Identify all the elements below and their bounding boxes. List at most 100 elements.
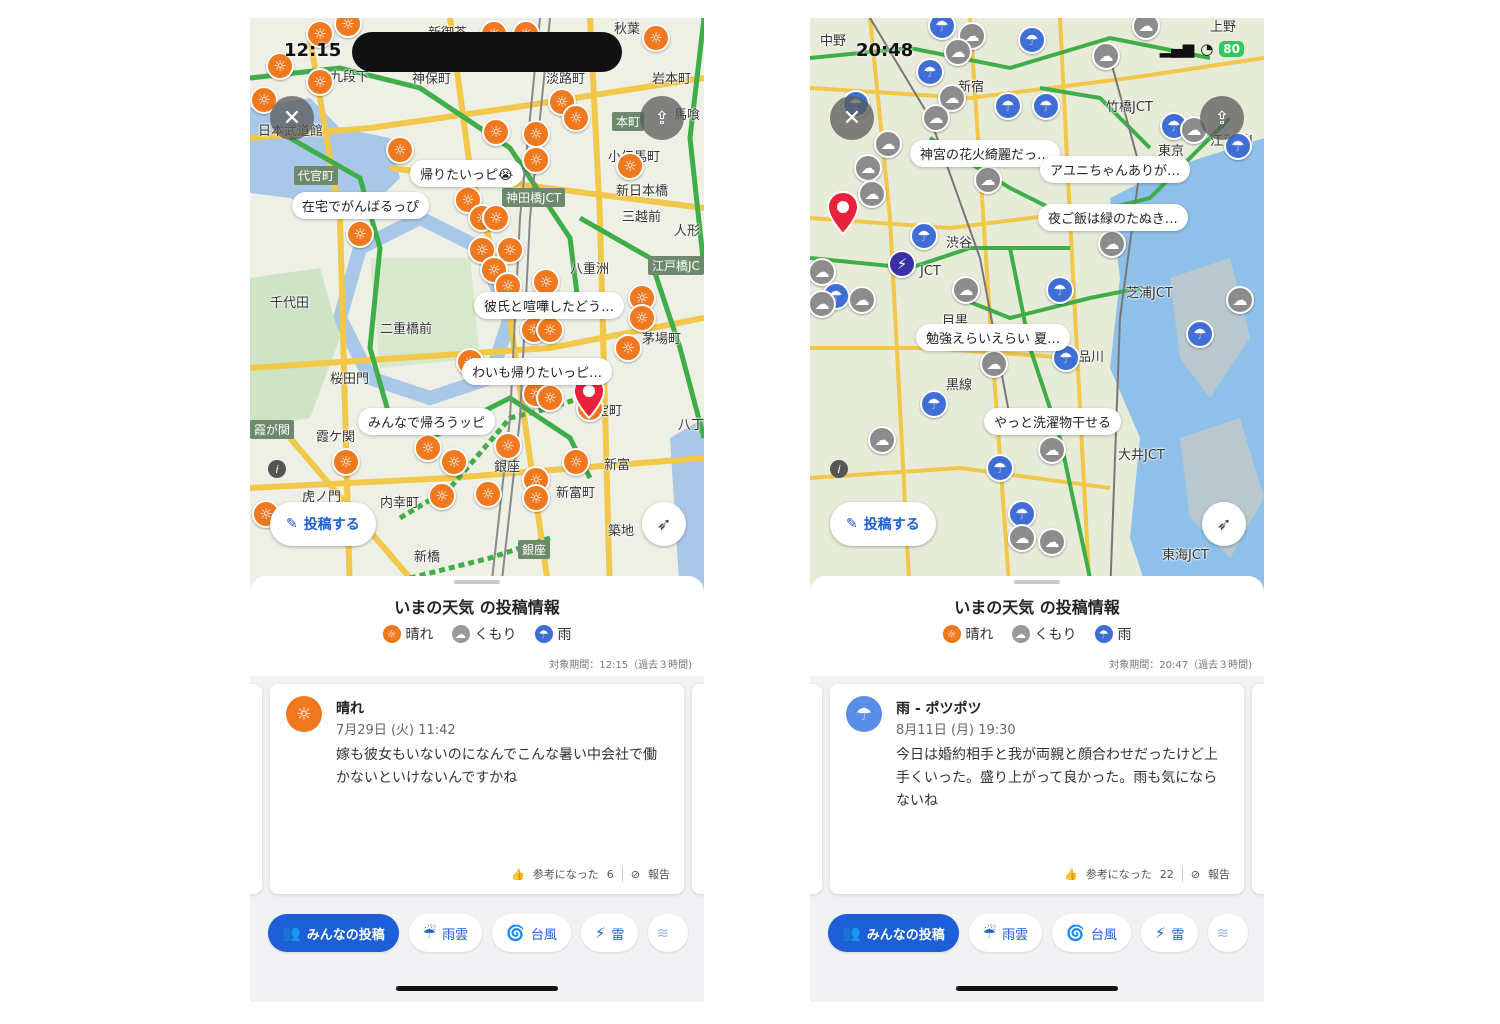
post-bubble[interactable]: 夜ご飯は緑のたぬき… bbox=[1038, 204, 1188, 231]
share-button[interactable]: ⇪ bbox=[1200, 96, 1244, 140]
thumbs-up-icon[interactable]: 👍 bbox=[511, 868, 525, 881]
cloudy-marker-icon[interactable]: ☁ bbox=[868, 426, 896, 454]
cloudy-marker-icon[interactable]: ☁ bbox=[848, 286, 876, 314]
map-label: 銀座 bbox=[518, 540, 551, 559]
home-indicator[interactable] bbox=[956, 986, 1118, 991]
sunny-marker-icon[interactable]: ☼ bbox=[536, 384, 564, 412]
sunny-marker-icon[interactable]: ☼ bbox=[616, 152, 644, 180]
helpful-label[interactable]: 参考になった bbox=[1086, 866, 1152, 882]
post-bubble[interactable]: 勉強えらいえらい 夏… bbox=[916, 324, 1071, 351]
category-chips: 👥 みんなの投稿 ☔ 雨雲 🌀 台風 ⚡ 雷 ≋ bbox=[268, 914, 689, 954]
cloudy-marker-icon[interactable]: ☁ bbox=[1226, 286, 1254, 314]
close-button[interactable]: ✕ bbox=[270, 96, 314, 140]
post-button[interactable]: ✎ 投稿する bbox=[830, 502, 936, 546]
thunder-marker-icon[interactable]: ⚡ bbox=[888, 250, 916, 278]
sunny-marker-icon[interactable]: ☼ bbox=[522, 146, 550, 174]
sheet-grabber[interactable] bbox=[454, 580, 500, 584]
chip-lightning[interactable]: ⚡ 雷 bbox=[580, 914, 639, 952]
rain-marker-icon[interactable]: ☂ bbox=[994, 92, 1022, 120]
rain-marker-icon[interactable]: ☂ bbox=[1186, 320, 1214, 348]
home-indicator[interactable] bbox=[396, 986, 558, 991]
chip-everyone-posts[interactable]: 👥 みんなの投稿 bbox=[268, 914, 399, 952]
post-bubble[interactable]: やっと洗濯物干せる bbox=[984, 408, 1122, 435]
post-bubble[interactable]: 在宅でがんばるっぴ bbox=[292, 192, 430, 219]
chip-lightning[interactable]: ⚡ 雷 bbox=[1140, 914, 1199, 952]
sunny-marker-icon[interactable]: ☼ bbox=[522, 120, 550, 148]
close-button[interactable]: ✕ bbox=[830, 96, 874, 140]
report-icon[interactable]: ⊘ bbox=[631, 868, 640, 881]
location-button[interactable]: ➶ bbox=[642, 502, 686, 546]
report-label[interactable]: 報告 bbox=[648, 866, 670, 882]
sheet-grabber[interactable] bbox=[1014, 580, 1060, 584]
cloudy-marker-icon[interactable]: ☁ bbox=[974, 166, 1002, 194]
helpful-label[interactable]: 参考になった bbox=[533, 866, 599, 882]
post-bubble[interactable]: 神宮の花火綺麗だっ… bbox=[910, 140, 1061, 167]
rain-marker-icon[interactable]: ☂ bbox=[920, 390, 948, 418]
thumbs-up-icon[interactable]: 👍 bbox=[1064, 868, 1078, 881]
weather-map[interactable]: 中野 上野 新宿 竹橋JCT 東京 江戸橋J 渋谷 JCT 芝浦JCT 目黒 品… bbox=[810, 18, 1264, 598]
cloudy-marker-icon[interactable]: ☁ bbox=[1038, 528, 1066, 556]
cloudy-marker-icon[interactable]: ☁ bbox=[922, 104, 950, 132]
sunny-marker-icon[interactable]: ☼ bbox=[414, 434, 442, 462]
weather-map[interactable]: 新御茶 秋葉 九段下 神保町 淡路町 岩本町 日本武道館 本町 馬喰 小伝馬町 … bbox=[250, 18, 704, 598]
sunny-marker-icon[interactable]: ☼ bbox=[346, 220, 374, 248]
sunny-marker-icon[interactable]: ☼ bbox=[562, 448, 590, 476]
location-button[interactable]: ➶ bbox=[1202, 502, 1246, 546]
share-button[interactable]: ⇪ bbox=[640, 96, 684, 140]
bottom-sheet: いまの天気 の投稿情報 ☼ 晴れ ☁ くもり ☂ 雨 対象期間：12:15（過去３時間… bbox=[250, 576, 704, 676]
cloudy-marker-icon[interactable]: ☁ bbox=[952, 276, 980, 304]
rain-marker-icon[interactable]: ☂ bbox=[910, 222, 938, 250]
cloudy-marker-icon[interactable]: ☁ bbox=[874, 130, 902, 158]
post-bubble[interactable]: わいも帰りたいっピ… bbox=[462, 358, 613, 385]
chip-wind[interactable]: ≋ bbox=[1208, 914, 1249, 952]
chip-rain-cloud[interactable]: ☔ 雨雲 bbox=[968, 914, 1043, 952]
sunny-marker-icon[interactable]: ☼ bbox=[494, 432, 522, 460]
report-label[interactable]: 報告 bbox=[1208, 866, 1230, 882]
sunny-marker-icon[interactable]: ☼ bbox=[482, 118, 510, 146]
cloudy-marker-icon[interactable]: ☁ bbox=[858, 180, 886, 208]
sunny-marker-icon[interactable]: ☼ bbox=[332, 448, 360, 476]
post-bubble[interactable]: みんなで帰ろうッピ bbox=[358, 408, 496, 435]
chip-typhoon[interactable]: 🌀 台風 bbox=[492, 914, 571, 952]
cloudy-marker-icon[interactable]: ☁ bbox=[1038, 436, 1066, 464]
post-carousel[interactable]: ☼ 晴れ 7月29日 (火) 11:42 嫁も彼女もいないのになんでこんな暑い中… bbox=[250, 680, 704, 898]
post-card[interactable]: ☂ 雨 - ポツポツ 8月11日 (月) 19:30 今日は婚約相手と我が両親と… bbox=[830, 684, 1244, 894]
next-card[interactable] bbox=[692, 684, 704, 894]
cloudy-marker-icon[interactable]: ☁ bbox=[980, 350, 1008, 378]
sunny-marker-icon[interactable]: ☼ bbox=[440, 448, 468, 476]
sunny-marker-icon[interactable]: ☼ bbox=[482, 204, 510, 232]
sunny-marker-icon[interactable]: ☼ bbox=[428, 482, 456, 510]
rain-marker-icon[interactable]: ☂ bbox=[1046, 276, 1074, 304]
chip-wind[interactable]: ≋ bbox=[648, 914, 689, 952]
sunny-marker-icon[interactable]: ☼ bbox=[562, 104, 590, 132]
info-icon[interactable]: i bbox=[830, 460, 848, 478]
post-carousel[interactable]: ☂ 雨 - ポツポツ 8月11日 (月) 19:30 今日は婚約相手と我が両親と… bbox=[810, 680, 1264, 898]
sunny-marker-icon[interactable]: ☼ bbox=[628, 304, 656, 332]
chip-typhoon[interactable]: 🌀 台風 bbox=[1052, 914, 1131, 952]
sunny-marker-icon[interactable]: ☼ bbox=[522, 484, 550, 512]
sheet-title: いまの天気 の投稿情報 bbox=[954, 598, 1120, 617]
legend-sunny: ☼ 晴れ bbox=[942, 624, 994, 644]
rain-marker-icon[interactable]: ☂ bbox=[1032, 92, 1060, 120]
post-button[interactable]: ✎ 投稿する bbox=[270, 502, 376, 546]
rain-marker-icon[interactable]: ☂ bbox=[986, 454, 1014, 482]
cloud-icon: ☁ bbox=[1011, 625, 1030, 643]
chip-rain-cloud[interactable]: ☔ 雨雲 bbox=[408, 914, 483, 952]
prev-card[interactable] bbox=[810, 684, 822, 894]
sunny-marker-icon[interactable]: ☼ bbox=[614, 334, 642, 362]
sunny-marker-icon[interactable]: ☼ bbox=[536, 316, 564, 344]
post-card[interactable]: ☼ 晴れ 7月29日 (火) 11:42 嫁も彼女もいないのになんでこんな暑い中… bbox=[270, 684, 684, 894]
prev-card[interactable] bbox=[250, 684, 262, 894]
sunny-marker-icon[interactable]: ☼ bbox=[386, 136, 414, 164]
cloudy-marker-icon[interactable]: ☁ bbox=[1008, 524, 1036, 552]
info-icon[interactable]: i bbox=[268, 460, 286, 478]
chip-everyone-posts[interactable]: 👥 みんなの投稿 bbox=[828, 914, 959, 952]
next-card[interactable] bbox=[1252, 684, 1264, 894]
post-bubble[interactable]: 彼氏と喧嘩したどう… bbox=[474, 292, 625, 319]
report-icon[interactable]: ⊘ bbox=[1191, 868, 1200, 881]
post-bubble[interactable]: アユニちゃんありが… bbox=[1040, 156, 1191, 183]
cloudy-marker-icon[interactable]: ☁ bbox=[1098, 230, 1126, 258]
cloudy-marker-icon[interactable]: ☁ bbox=[854, 154, 882, 182]
post-bubble[interactable]: 帰りたいっピ😭 bbox=[410, 160, 524, 187]
sunny-marker-icon[interactable]: ☼ bbox=[474, 480, 502, 508]
